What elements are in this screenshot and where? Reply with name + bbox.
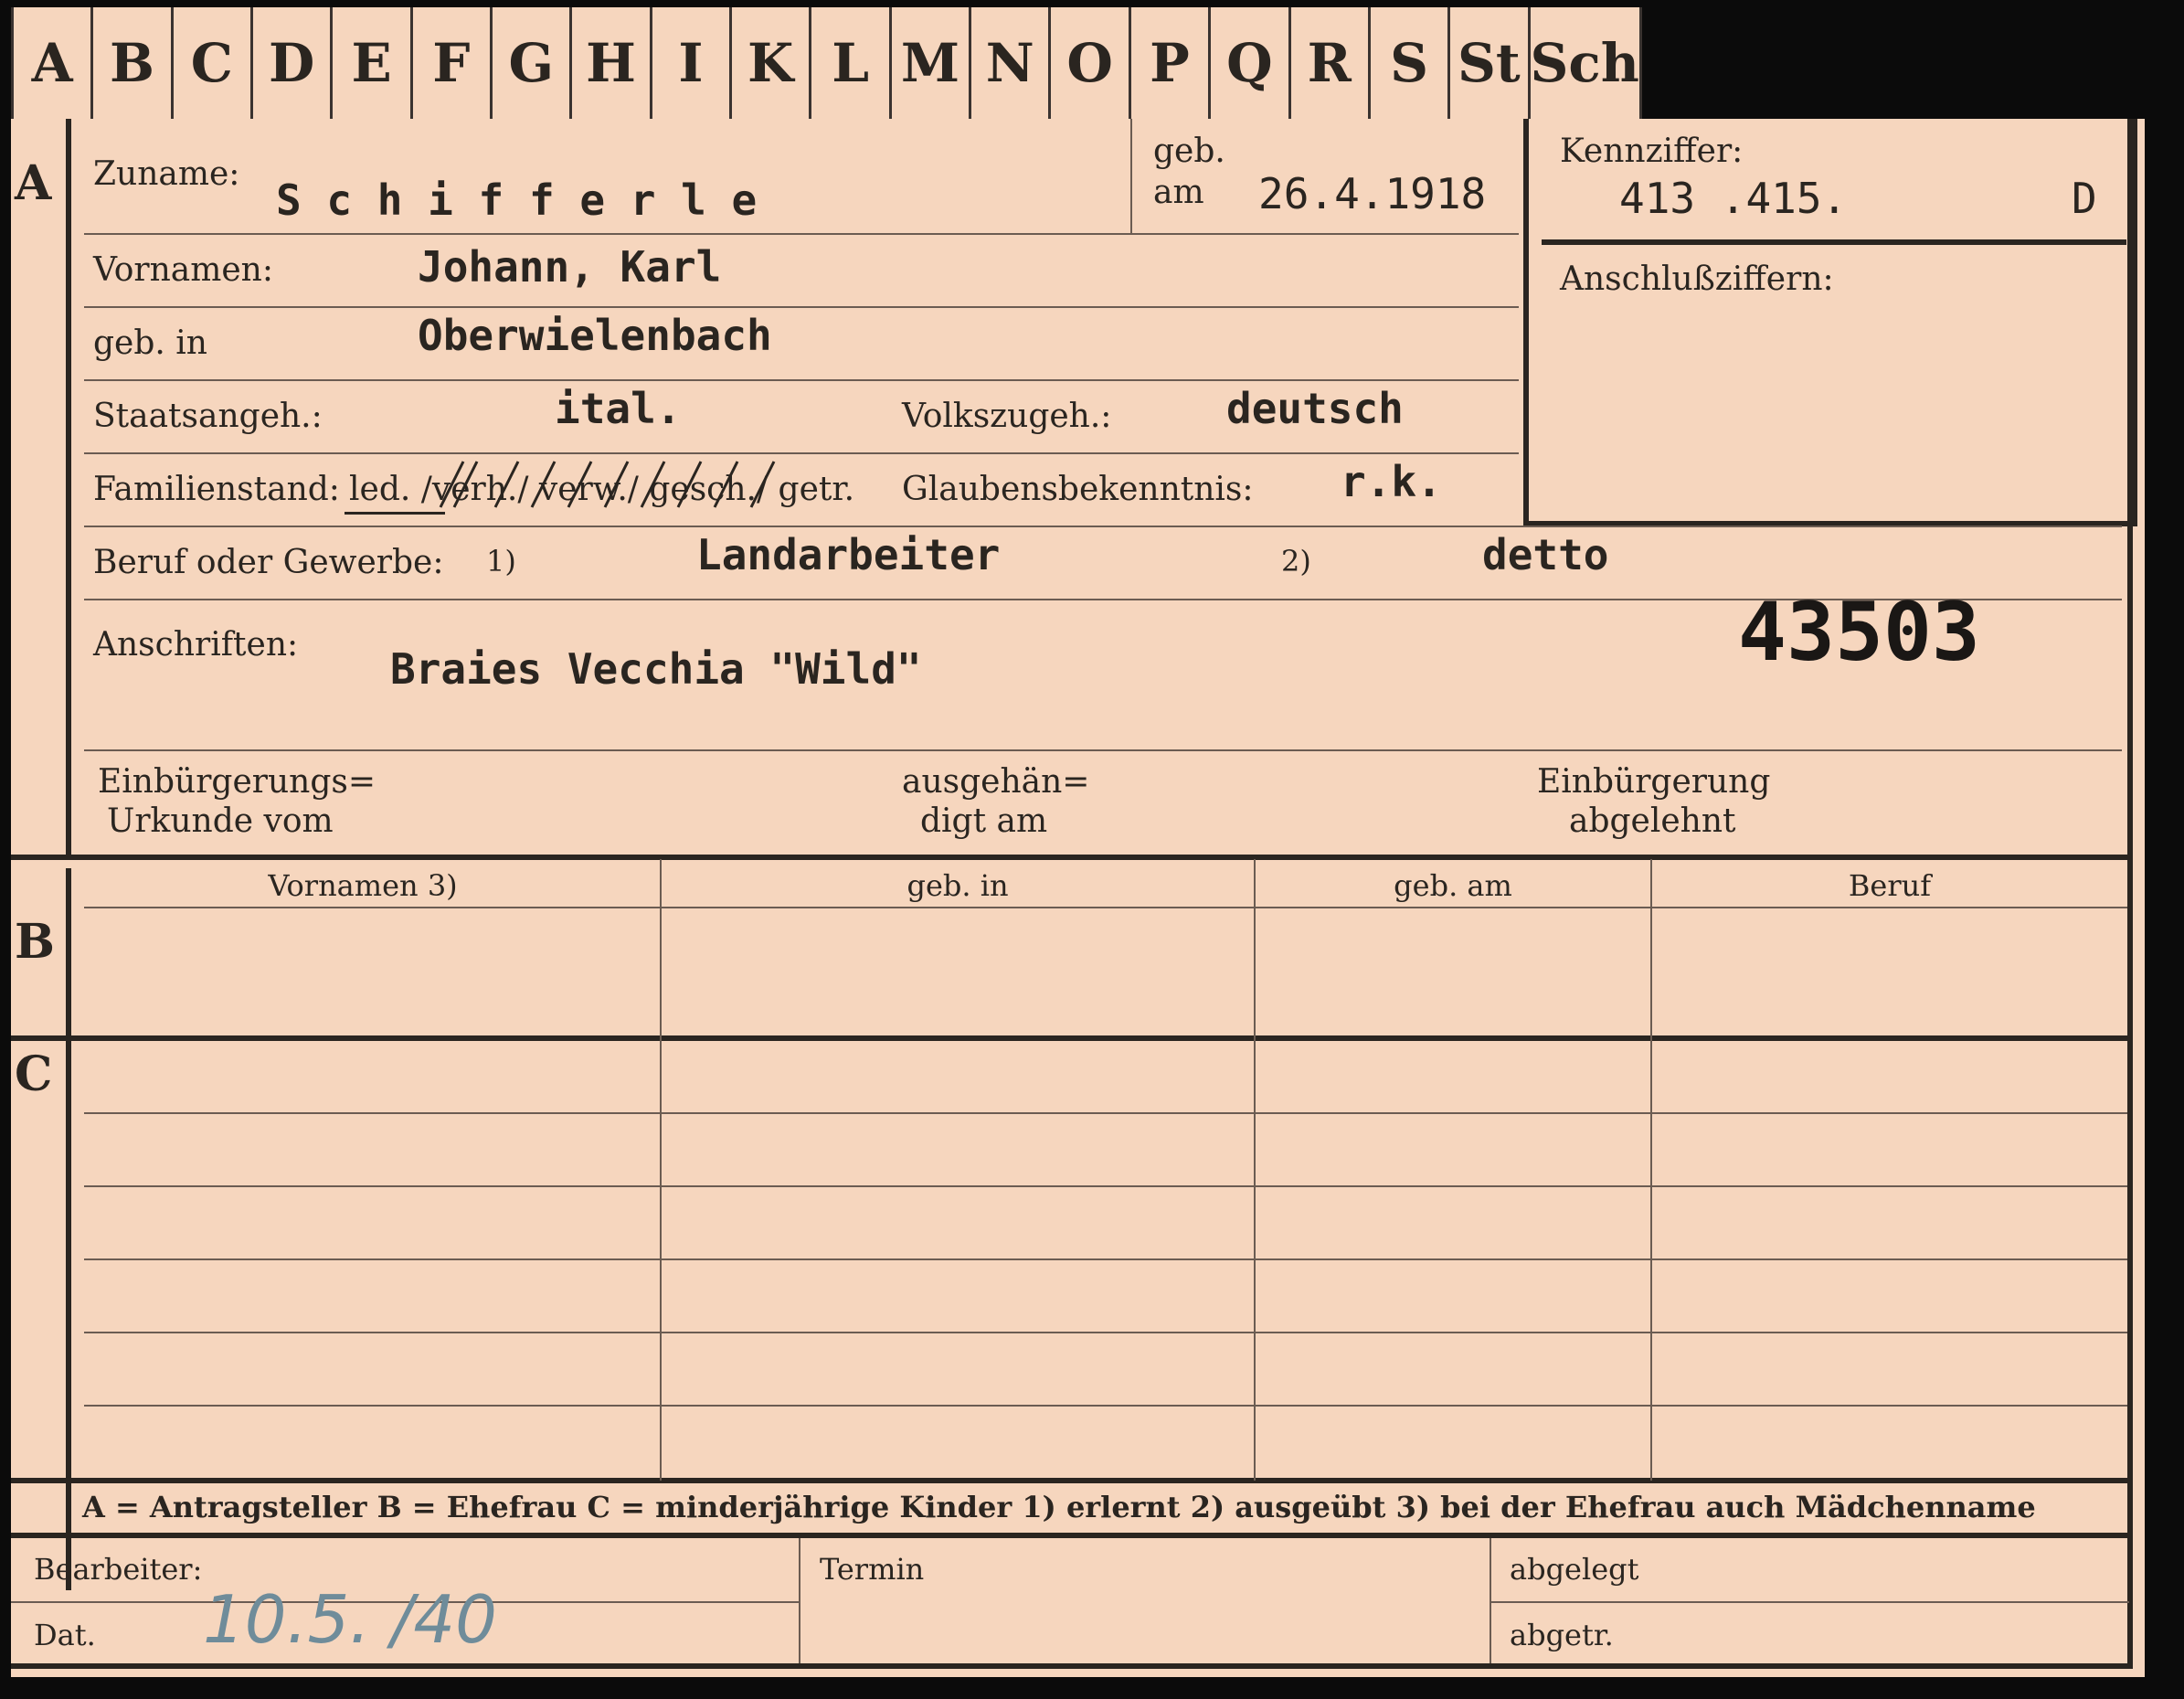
card-bottom-rule xyxy=(11,1663,2131,1669)
stamp-number: 43503 xyxy=(1738,585,1980,679)
ethnicity-label: Volkszugeh.: xyxy=(902,398,1112,435)
date-label: Dat. xyxy=(34,1618,96,1652)
rule-row3 xyxy=(84,379,1519,381)
section-b-bottom-rule xyxy=(11,1035,2131,1041)
marital-underline xyxy=(345,512,445,515)
footer-mid-rule-right xyxy=(1490,1601,2129,1603)
born-on-divider xyxy=(1130,119,1132,233)
col-divider-3 xyxy=(1650,859,1652,1481)
section-c-marker: C xyxy=(15,1046,53,1102)
index-tab-c[interactable]: C xyxy=(170,7,250,119)
index-tab-k[interactable]: K xyxy=(729,7,809,119)
col-divider-2 xyxy=(1254,859,1256,1481)
section-a-marker: A xyxy=(15,155,52,211)
code-label: Kennziffer: xyxy=(1560,133,1744,170)
index-tab-sch[interactable]: Sch xyxy=(1527,7,1642,119)
left-margin-line xyxy=(66,119,71,859)
index-tab-s[interactable]: S xyxy=(1367,7,1447,119)
date-value-handwritten: 10.5. /40 xyxy=(203,1581,497,1658)
index-tab-n[interactable]: N xyxy=(969,7,1048,119)
occupation-footnote-1: 1) xyxy=(486,544,516,579)
sub-codes-label: Anschlußziffern: xyxy=(1560,260,1834,298)
col-header-born-on: geb. am xyxy=(1394,868,1512,903)
section-c-rule-5 xyxy=(84,1405,2127,1407)
index-tab-d[interactable]: D xyxy=(250,7,330,119)
occupation-practiced: detto xyxy=(1482,530,1609,579)
registration-card: A B C Kennziffer: 413 .415. D Anschlußzi… xyxy=(11,119,2145,1677)
rule-row5 xyxy=(84,526,2122,527)
address-label: Anschriften: xyxy=(93,626,299,664)
marital-strike-marks xyxy=(422,457,806,512)
code-suffix: D xyxy=(2072,174,2097,223)
given-names-label: Vornamen: xyxy=(93,251,273,289)
index-tab-e[interactable]: E xyxy=(330,7,409,119)
occupation-learned: Landarbeiter xyxy=(696,530,1001,579)
index-tab-g[interactable]: G xyxy=(490,7,569,119)
naturalization-doc-label-2: Urkunde vom xyxy=(107,802,334,840)
filed-label: abgelegt xyxy=(1510,1552,1639,1587)
index-tab-st[interactable]: St xyxy=(1447,7,1527,119)
index-tab-p[interactable]: P xyxy=(1128,7,1208,119)
section-c-rule-2 xyxy=(84,1185,2127,1187)
citizenship-label: Staatsangeh.: xyxy=(93,398,323,435)
footer-divider-1 xyxy=(799,1538,800,1663)
rule-row7 xyxy=(84,749,2122,751)
handed-out-label-1: ausgehän= xyxy=(902,763,1090,801)
index-tab-q[interactable]: Q xyxy=(1208,7,1288,119)
section-b-marker: B xyxy=(15,914,55,970)
index-tab-o[interactable]: O xyxy=(1048,7,1128,119)
index-tabs: A B C D E F G H I K L M N O P Q R S St Sch xyxy=(11,7,1642,119)
index-tab-i[interactable]: I xyxy=(649,7,729,119)
col-header-given-names: Vornamen 3) xyxy=(268,868,458,903)
section-c-rule-3 xyxy=(84,1258,2127,1260)
citizenship-value: ital. xyxy=(555,384,682,433)
naturalization-refused-label-1: Einbürgerung xyxy=(1537,763,1771,801)
col-header-occupation: Beruf xyxy=(1848,868,1932,903)
handed-out-label-2: digt am xyxy=(920,802,1048,840)
rule-row2 xyxy=(84,306,1519,308)
ethnicity-value: deutsch xyxy=(1226,384,1404,433)
surname-label: Zuname: xyxy=(93,155,240,193)
legend-bottom-rule xyxy=(11,1533,2131,1538)
religion-label: Glaubensbekenntnis: xyxy=(902,471,1254,508)
col-header-born-in: geb. in xyxy=(906,868,1009,903)
section-c-bottom-rule xyxy=(11,1478,2131,1483)
born-in-value: Oberwielenbach xyxy=(418,311,772,360)
index-tab-l[interactable]: L xyxy=(809,7,888,119)
code-value: 413 .415. xyxy=(1619,174,1848,223)
index-tab-f[interactable]: F xyxy=(409,7,490,119)
born-on-label-2: am xyxy=(1153,174,1204,211)
rule-row1 xyxy=(84,233,1519,235)
born-on-label-1: geb. xyxy=(1153,133,1225,170)
naturalization-doc-label-1: Einbürgerungs= xyxy=(98,763,376,801)
index-tab-a[interactable]: A xyxy=(11,7,90,119)
col-divider-1 xyxy=(660,859,662,1481)
born-on-value: 26.4.1918 xyxy=(1258,169,1487,218)
deadline-label: Termin xyxy=(820,1552,925,1587)
rule-row4 xyxy=(84,452,1519,454)
index-tab-h[interactable]: H xyxy=(569,7,649,119)
clerk-label: Bearbeiter: xyxy=(34,1552,203,1587)
section-c-rule-1 xyxy=(84,1112,2127,1114)
religion-value: r.k. xyxy=(1341,457,1442,506)
occupation-label: Beruf oder Gewerbe: xyxy=(93,544,444,581)
reference-box-divider xyxy=(1542,239,2126,245)
index-tab-m[interactable]: M xyxy=(888,7,969,119)
surname-value: S c h i f f e r l e xyxy=(276,175,758,225)
naturalization-refused-label-2: abgelehnt xyxy=(1569,802,1736,840)
section-a-bottom-rule xyxy=(11,855,2131,860)
occupation-footnote-2: 2) xyxy=(1281,544,1311,579)
marital-label: Familienstand: xyxy=(93,471,340,508)
section-c-rule-4 xyxy=(84,1332,2127,1333)
given-names-value: Johann, Karl xyxy=(418,242,722,292)
section-b-header-rule xyxy=(84,907,2127,908)
index-tab-r[interactable]: R xyxy=(1288,7,1368,119)
born-in-label: geb. in xyxy=(93,324,207,362)
address-value: Braies Vecchia "Wild" xyxy=(390,644,922,694)
left-margin-line-c xyxy=(66,1042,71,1590)
legend-text: A = Antragsteller B = Ehefrau C = minder… xyxy=(82,1490,2036,1524)
abgetr-label: abgetr. xyxy=(1510,1618,1614,1652)
index-tab-b[interactable]: B xyxy=(90,7,170,119)
